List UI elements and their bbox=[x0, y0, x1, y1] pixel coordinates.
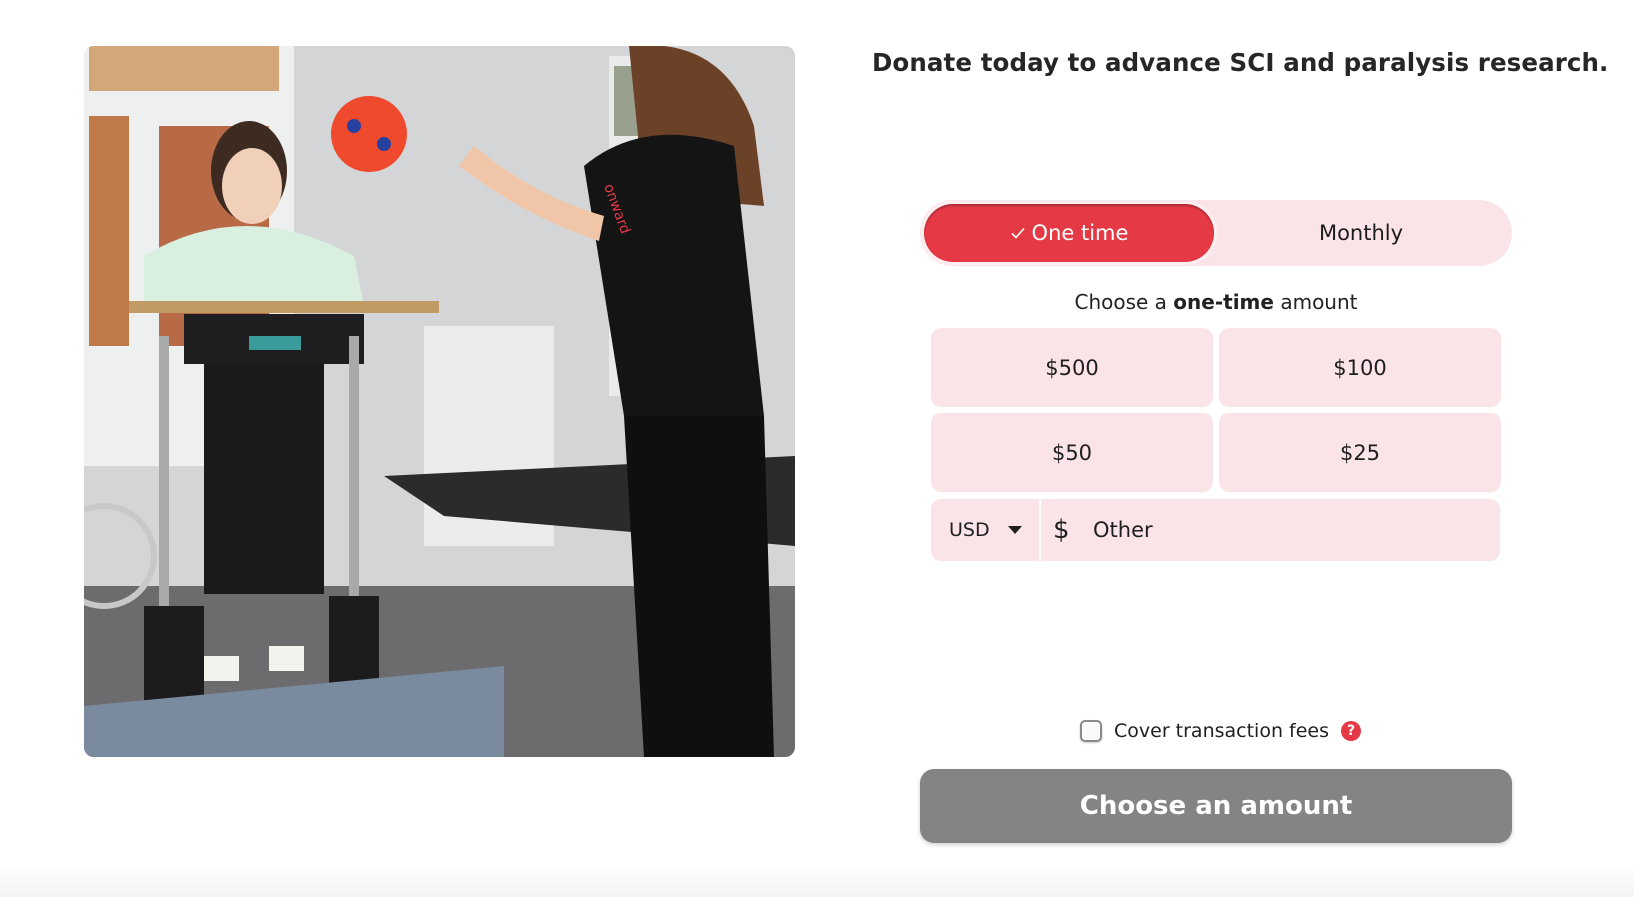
subtitle-prefix: Choose a bbox=[1074, 290, 1174, 314]
caret-down-icon bbox=[1007, 526, 1022, 534]
subtitle-emphasis: one-time bbox=[1173, 290, 1274, 314]
bottom-shadow bbox=[0, 862, 1634, 897]
hero-photo-illustration: onward bbox=[84, 46, 795, 757]
subtitle-suffix: amount bbox=[1273, 290, 1358, 314]
check-icon bbox=[1010, 227, 1025, 239]
toggle-one-time-label: One time bbox=[1031, 221, 1129, 245]
amount-button-25[interactable]: $25 bbox=[1219, 413, 1501, 492]
ball bbox=[331, 96, 407, 172]
other-amount-input[interactable] bbox=[1093, 499, 1500, 561]
frequency-toggle: One time Monthly bbox=[920, 200, 1512, 266]
amount-button-500[interactable]: $500 bbox=[931, 328, 1213, 407]
page-title: Donate today to advance SCI and paralysi… bbox=[872, 48, 1609, 77]
toggle-monthly[interactable]: Monthly bbox=[1214, 204, 1508, 262]
amount-button-100[interactable]: $100 bbox=[1219, 328, 1501, 407]
toggle-monthly-label: Monthly bbox=[1318, 221, 1404, 245]
cover-fees-checkbox[interactable] bbox=[1080, 720, 1102, 742]
currency-value: USD bbox=[949, 519, 990, 541]
currency-symbol: $ bbox=[1053, 515, 1070, 545]
question-circle-icon[interactable]: ? bbox=[1341, 721, 1362, 741]
toggle-one-time[interactable]: One time bbox=[924, 204, 1214, 262]
cover-fees-row: Cover transaction fees ? bbox=[1080, 716, 1362, 746]
other-amount-row: USD $ bbox=[931, 499, 1500, 561]
amount-subtitle: Choose a one-time amount bbox=[920, 290, 1512, 314]
amount-grid: $500 $100 $50 $25 bbox=[931, 328, 1501, 492]
amount-button-50[interactable]: $50 bbox=[931, 413, 1213, 492]
hero-photo: onward bbox=[84, 46, 795, 757]
currency-select[interactable]: USD bbox=[931, 499, 1041, 561]
choose-amount-button[interactable]: Choose an amount bbox=[920, 769, 1512, 843]
cover-fees-label: Cover transaction fees bbox=[1114, 720, 1330, 742]
